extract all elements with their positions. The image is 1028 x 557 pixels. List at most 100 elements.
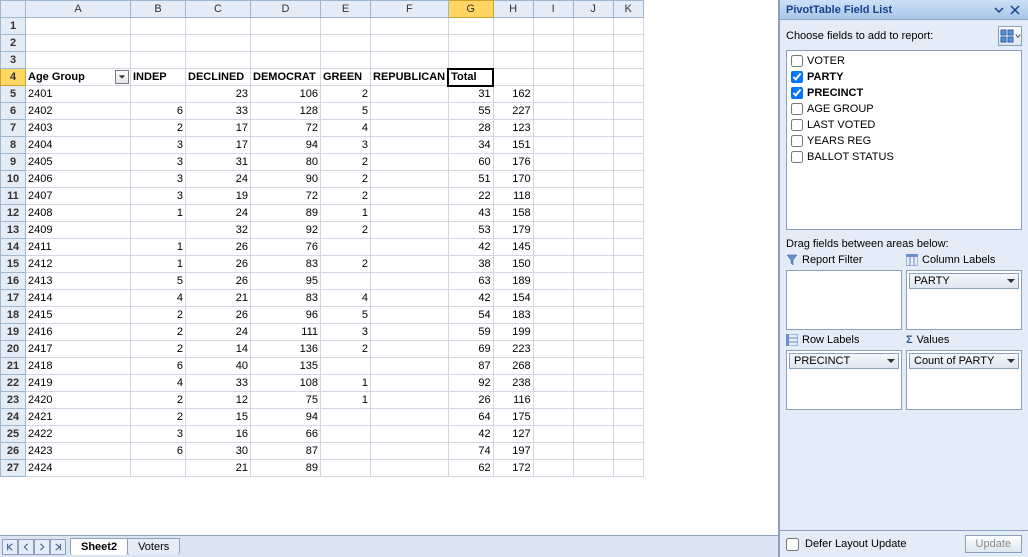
field-list[interactable]: VOTERPARTYPRECINCTAGE GROUPLAST VOTEDYEA… (786, 50, 1022, 230)
cell[interactable] (533, 239, 573, 256)
cell[interactable] (371, 137, 449, 154)
cell[interactable] (371, 443, 449, 460)
cell[interactable]: 2408 (26, 205, 131, 222)
field-item[interactable]: PARTY (789, 69, 1019, 85)
cell[interactable] (613, 239, 643, 256)
cell[interactable] (573, 392, 613, 409)
row-header[interactable]: 4 (1, 69, 26, 86)
cell[interactable] (573, 35, 613, 52)
cell[interactable] (573, 256, 613, 273)
cell[interactable]: 4 (321, 120, 371, 137)
field-checkbox[interactable] (791, 135, 803, 147)
row-header[interactable]: 20 (1, 341, 26, 358)
cell[interactable]: 3 (321, 324, 371, 341)
cell[interactable]: 2418 (26, 358, 131, 375)
cell[interactable]: 2412 (26, 256, 131, 273)
cell[interactable] (613, 171, 643, 188)
field-item[interactable]: AGE GROUP (789, 101, 1019, 117)
field-item[interactable]: BALLOT STATUS (789, 149, 1019, 165)
cell[interactable]: 123 (493, 120, 533, 137)
cell[interactable]: 135 (251, 358, 321, 375)
cell[interactable]: 2 (131, 409, 186, 426)
row-header[interactable]: 1 (1, 18, 26, 35)
cell[interactable] (26, 52, 131, 69)
field-item[interactable]: PRECINCT (789, 85, 1019, 101)
cell[interactable]: 5 (321, 103, 371, 120)
cell[interactable]: 2401 (26, 86, 131, 103)
layout-options-button[interactable] (998, 26, 1022, 46)
cell[interactable]: 66 (251, 426, 321, 443)
cell[interactable]: 4 (321, 290, 371, 307)
cell[interactable] (131, 86, 186, 103)
cell[interactable] (186, 18, 251, 35)
row-header[interactable]: 15 (1, 256, 26, 273)
cell[interactable]: 54 (448, 307, 493, 324)
cell[interactable]: 197 (493, 443, 533, 460)
cell[interactable]: 32 (186, 222, 251, 239)
cell[interactable]: 83 (251, 256, 321, 273)
pivot-header-cell[interactable]: Age Group (26, 69, 131, 86)
cell[interactable] (533, 358, 573, 375)
cell[interactable]: 30 (186, 443, 251, 460)
cell[interactable]: 3 (131, 188, 186, 205)
cell[interactable] (573, 205, 613, 222)
cell[interactable]: 38 (448, 256, 493, 273)
col-header-I[interactable]: I (533, 1, 573, 18)
cell[interactable]: 199 (493, 324, 533, 341)
update-button[interactable]: Update (965, 535, 1022, 553)
tab-nav-last[interactable] (50, 539, 66, 555)
cell[interactable] (321, 35, 371, 52)
cell[interactable]: 1 (131, 239, 186, 256)
row-header[interactable]: 2 (1, 35, 26, 52)
area-field-pill[interactable]: Count of PARTY (909, 353, 1019, 369)
field-checkbox[interactable] (791, 103, 803, 115)
cell[interactable]: 179 (493, 222, 533, 239)
cell[interactable]: 55 (448, 103, 493, 120)
field-item[interactable]: YEARS REG (789, 133, 1019, 149)
cell[interactable] (613, 222, 643, 239)
cell[interactable]: 116 (493, 392, 533, 409)
cell[interactable]: 136 (251, 341, 321, 358)
cell[interactable] (371, 52, 449, 69)
cell[interactable] (371, 426, 449, 443)
cell[interactable]: 87 (251, 443, 321, 460)
col-header-J[interactable]: J (573, 1, 613, 18)
cell[interactable] (533, 392, 573, 409)
cell[interactable]: 17 (186, 137, 251, 154)
cell[interactable] (533, 137, 573, 154)
cell[interactable]: 53 (448, 222, 493, 239)
cell[interactable] (613, 18, 643, 35)
cell[interactable]: 31 (186, 154, 251, 171)
cell[interactable] (613, 188, 643, 205)
field-checkbox[interactable] (791, 87, 803, 99)
cell[interactable] (613, 341, 643, 358)
cell[interactable] (573, 103, 613, 120)
cell[interactable]: 26 (448, 392, 493, 409)
cell[interactable]: 42 (448, 239, 493, 256)
cell[interactable] (321, 358, 371, 375)
cell[interactable] (131, 222, 186, 239)
cell[interactable]: 15 (186, 409, 251, 426)
cell[interactable]: 176 (493, 154, 533, 171)
cell[interactable] (533, 18, 573, 35)
area-column-labels[interactable]: PARTY (906, 270, 1022, 330)
cell[interactable]: 172 (493, 460, 533, 477)
cell[interactable]: 2422 (26, 426, 131, 443)
row-header[interactable]: 26 (1, 443, 26, 460)
cell[interactable] (321, 426, 371, 443)
cell[interactable]: 2417 (26, 341, 131, 358)
cell[interactable]: 2416 (26, 324, 131, 341)
cell[interactable]: 3 (131, 426, 186, 443)
cell[interactable] (131, 52, 186, 69)
cell[interactable]: 89 (251, 460, 321, 477)
cell[interactable]: 1 (131, 205, 186, 222)
row-header[interactable]: 25 (1, 426, 26, 443)
cell[interactable]: 3 (131, 137, 186, 154)
tab-nav-next[interactable] (34, 539, 50, 555)
cell[interactable]: 26 (186, 307, 251, 324)
pivot-header-cell[interactable]: INDEP (131, 69, 186, 86)
cell[interactable]: 94 (251, 409, 321, 426)
cell[interactable] (371, 392, 449, 409)
cell[interactable]: 158 (493, 205, 533, 222)
cell[interactable]: 2 (131, 392, 186, 409)
